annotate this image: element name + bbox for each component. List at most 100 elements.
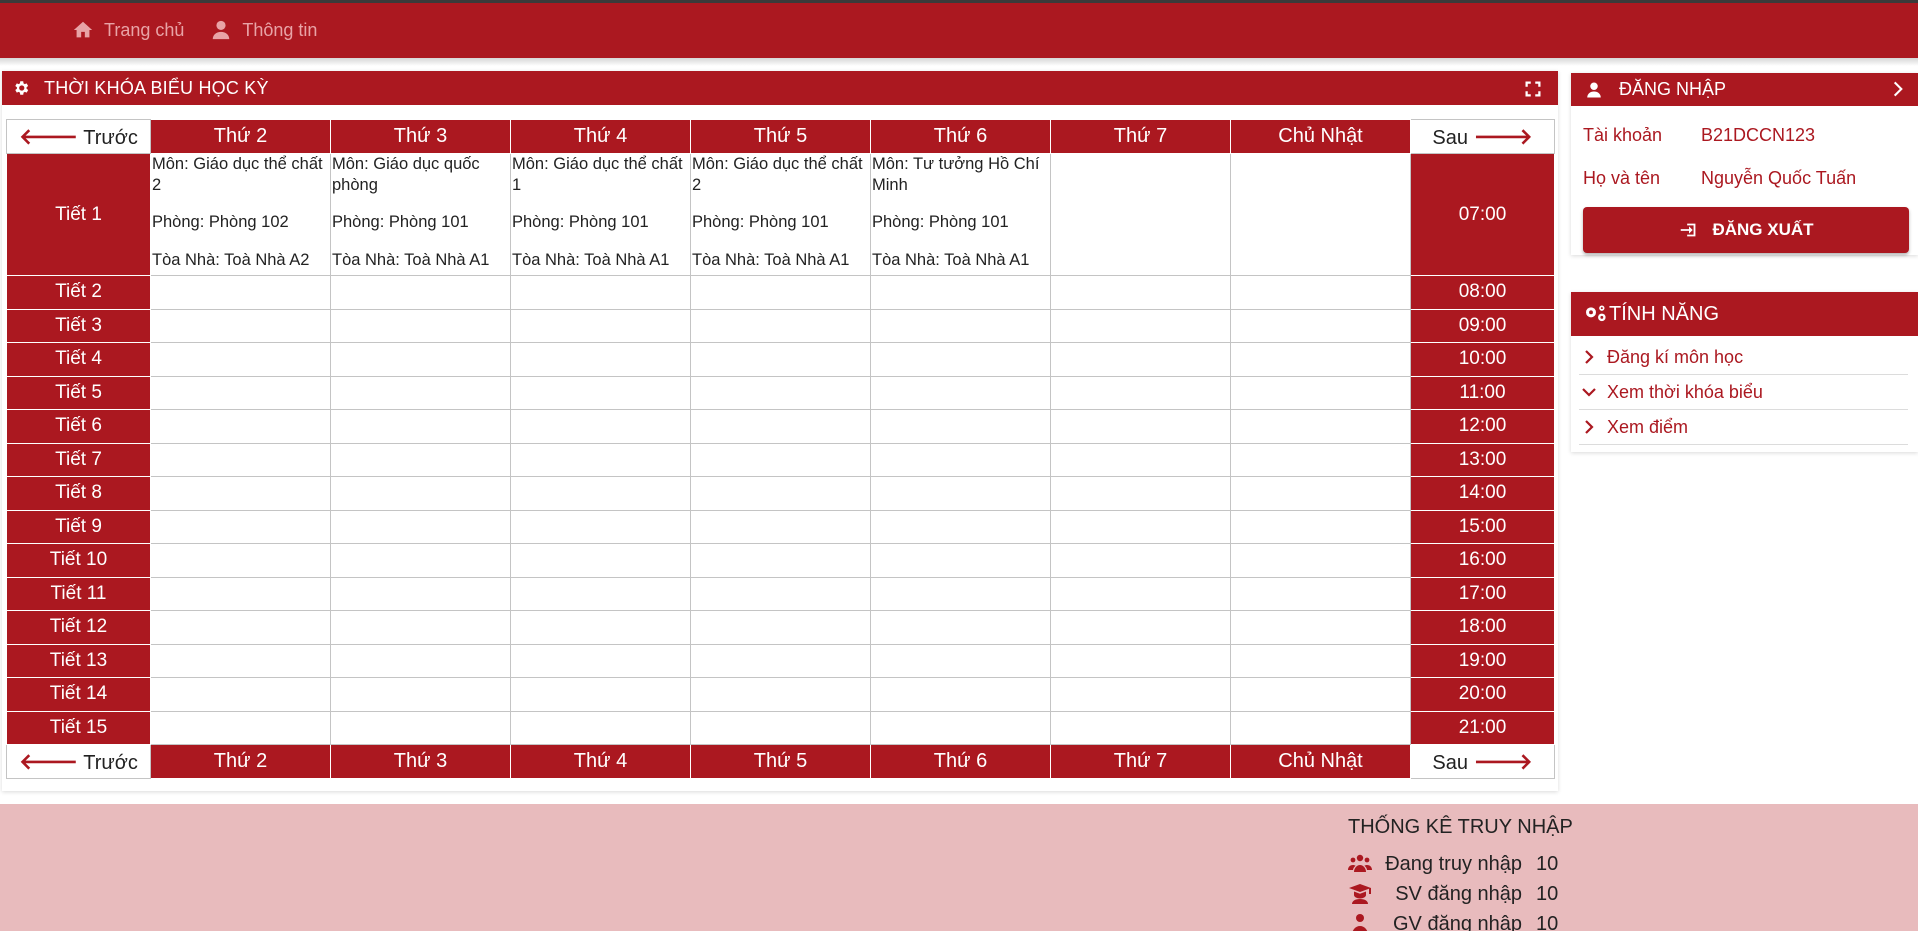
stats-row-teachers: GV đăng nhập 10: [1348, 909, 1573, 931]
nav-home[interactable]: Trang chủ: [72, 19, 184, 41]
empty-slot: [870, 409, 1051, 444]
class-room: Phòng: Phòng 101: [872, 213, 1009, 231]
period-time: 14:00: [1410, 476, 1555, 511]
empty-slot: [150, 275, 331, 310]
day-header: Thứ 6: [870, 119, 1051, 154]
expand-icon[interactable]: [1524, 80, 1542, 98]
class-cell[interactable]: Môn: Giáo dục quốc phòng Phòng: Phòng 10…: [330, 153, 511, 276]
class-cell[interactable]: Môn: Giáo dục thể chất 2 Phòng: Phòng 10…: [150, 153, 331, 276]
empty-slot: [1230, 476, 1411, 511]
logout-button[interactable]: ĐĂNG XUẤT: [1583, 207, 1909, 253]
empty-slot: [1230, 375, 1411, 410]
arrow-right-icon: 🡒: [1473, 123, 1533, 149]
empty-slot: [510, 643, 691, 678]
top-nav: Trang chủ Thông tin: [72, 19, 317, 41]
next-label: Sau: [1432, 751, 1469, 774]
prev-week-button[interactable]: 🡐 Trước: [6, 119, 151, 154]
empty-slot: [690, 342, 871, 377]
period-time: 12:00: [1410, 409, 1555, 444]
period-label: Tiết 12: [6, 610, 151, 645]
name-label: Họ và tên: [1583, 168, 1661, 188]
empty-slot: [330, 610, 511, 645]
day-header: Thứ 2: [150, 119, 331, 154]
class-cell[interactable]: Môn: Giáo dục thể chất 2 Phòng: Phòng 10…: [690, 153, 871, 276]
empty-slot: [690, 509, 871, 544]
class-cell[interactable]: Môn: Tư tưởng Hồ Chí Minh Phòng: Phòng 1…: [870, 153, 1051, 276]
empty-slot: [510, 409, 691, 444]
empty-slot: [330, 442, 511, 477]
class-subject: Môn: Giáo dục thể chất 2: [692, 155, 863, 194]
empty-slot: [690, 677, 871, 712]
navbar-shadow: [0, 58, 1918, 66]
empty-slot: [870, 643, 1051, 678]
nav-info[interactable]: Thông tin: [210, 19, 317, 41]
empty-slot: [1230, 275, 1411, 310]
login-title: ĐĂNG NHẬP: [1619, 79, 1727, 99]
schedule-header-row: 🡐 Trước Thứ 2 Thứ 3 Thứ 4 Thứ 5 Thứ 6 Th…: [6, 119, 1555, 154]
logout-icon: [1681, 223, 1696, 237]
period-row: Tiết 12 18:00: [6, 610, 1555, 645]
feature-register-courses[interactable]: Đăng kí môn học: [1579, 340, 1908, 375]
schedule-header: THỜI KHÓA BIỂU HỌC KỲ: [2, 71, 1558, 105]
period-row: Tiết 3 09:00: [6, 308, 1555, 343]
stats-value: 10: [1536, 852, 1559, 875]
empty-slot: [150, 442, 331, 477]
next-label: Sau: [1432, 126, 1469, 149]
name-row: Họ và tên Nguyễn Quốc Tuấn: [1571, 157, 1918, 200]
prev-label: Trước: [83, 751, 138, 774]
feature-label: Xem thời khóa biểu: [1607, 381, 1763, 402]
empty-slot: [150, 610, 331, 645]
empty-slot: [870, 375, 1051, 410]
empty-slot: [1050, 275, 1231, 310]
login-header[interactable]: ĐĂNG NHẬP: [1571, 73, 1918, 106]
arrow-left-icon: 🡐: [19, 123, 79, 149]
empty-slot: [330, 375, 511, 410]
period-label: Tiết 2: [6, 275, 151, 310]
empty-slot: [1050, 576, 1231, 611]
empty-slot: [870, 576, 1051, 611]
empty-slot: [150, 409, 331, 444]
period-label: Tiết 14: [6, 677, 151, 712]
feature-view-grades[interactable]: Xem điểm: [1579, 410, 1908, 445]
period-label: Tiết 13: [6, 643, 151, 678]
period-time: 20:00: [1410, 677, 1555, 712]
logout-label: ĐĂNG XUẤT: [1712, 220, 1814, 239]
empty-slot: [1050, 476, 1231, 511]
empty-slot: [510, 476, 691, 511]
class-subject: Môn: Tư tưởng Hồ Chí Minh: [872, 155, 1040, 194]
period-row: Tiết 10 16:00: [6, 543, 1555, 578]
empty-slot: [1230, 677, 1411, 712]
empty-slot: [690, 409, 871, 444]
period-row: Tiết 1 Môn: Giáo dục thể chất 2 Phòng: P…: [6, 153, 1555, 276]
empty-slot: [330, 308, 511, 343]
chevron-right-icon[interactable]: [1888, 79, 1908, 99]
arrow-right-icon: 🡒: [1473, 748, 1533, 774]
next-week-button-bottom[interactable]: Sau 🡒: [1410, 744, 1555, 779]
empty-slot: [1230, 509, 1411, 544]
empty-slot: [330, 476, 511, 511]
schedule-table: 🡐 Trước Thứ 2 Thứ 3 Thứ 4 Thứ 5 Thứ 6 Th…: [6, 119, 1555, 779]
top-navbar: Trang chủ Thông tin: [0, 0, 1918, 58]
next-week-button[interactable]: Sau 🡒: [1410, 119, 1555, 154]
stats-label: SV đăng nhập: [1395, 882, 1522, 905]
empty-slot: [1050, 610, 1231, 645]
empty-slot: [150, 677, 331, 712]
class-building: Tòa Nhà: Toà Nhà A1: [872, 251, 1030, 269]
feature-view-schedule[interactable]: Xem thời khóa biểu: [1579, 375, 1908, 410]
users-icon: [1348, 854, 1372, 872]
empty-slot: [330, 643, 511, 678]
class-cell[interactable]: Môn: Giáo dục thể chất 1 Phòng: Phòng 10…: [510, 153, 691, 276]
period-row: Tiết 4 10:00: [6, 342, 1555, 377]
period-time: 19:00: [1410, 643, 1555, 678]
period-label: Tiết 3: [6, 308, 151, 343]
period-time: 18:00: [1410, 610, 1555, 645]
empty-slot: [510, 610, 691, 645]
empty-slot: [150, 543, 331, 578]
period-label: Tiết 8: [6, 476, 151, 511]
empty-slot: [690, 442, 871, 477]
empty-slot: [1230, 543, 1411, 578]
chevron-down-icon: [1582, 388, 1596, 397]
class-building: Tòa Nhà: Toà Nhà A1: [332, 251, 490, 269]
prev-week-button-bottom[interactable]: 🡐 Trước: [6, 744, 151, 779]
empty-slot: [870, 710, 1051, 745]
